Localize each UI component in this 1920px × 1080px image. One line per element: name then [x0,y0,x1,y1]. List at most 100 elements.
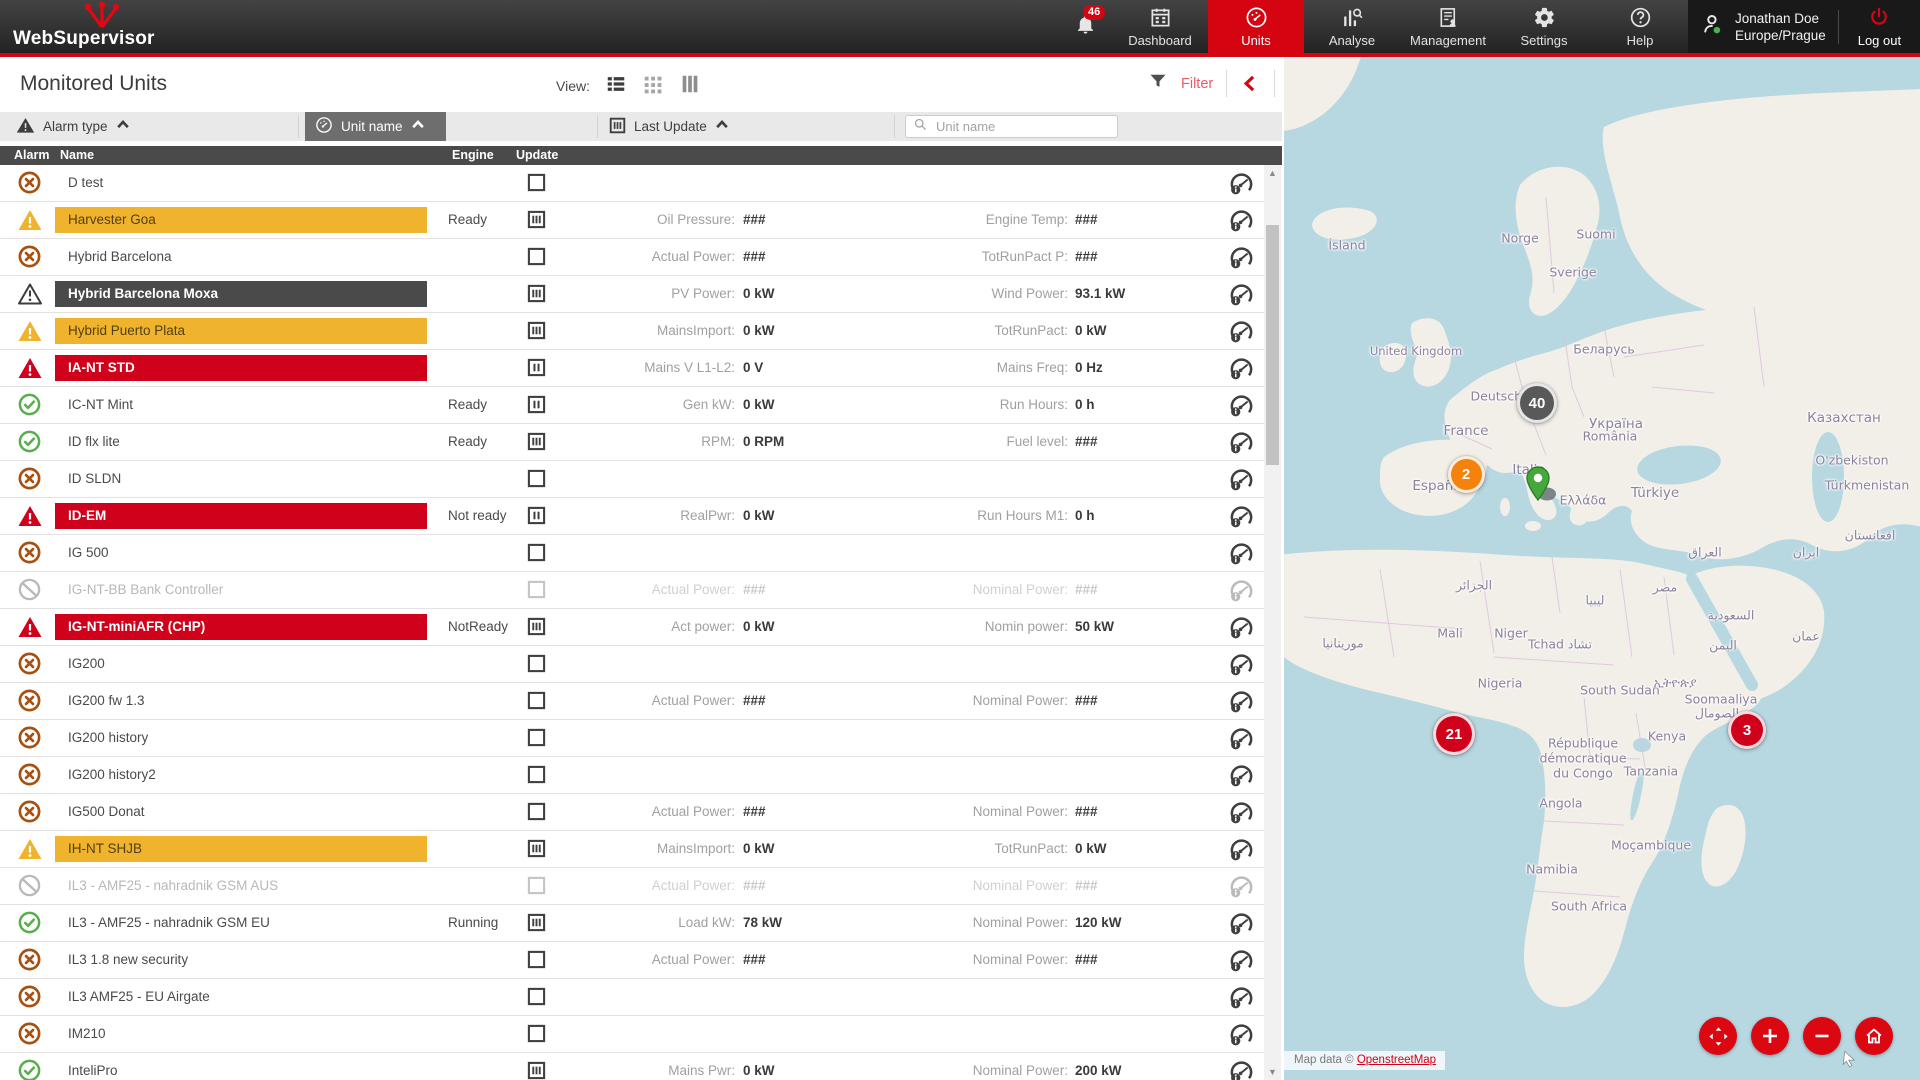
unit-detail-gauge-icon[interactable] [1228,873,1255,905]
sort-asc-icon [411,118,425,135]
table-row[interactable]: Harvester GoaReadyOil Pressure:###Engine… [0,202,1264,239]
table-row[interactable]: IA-NT STDMains V L1-L2:0 VMains Freq:0 H… [0,350,1264,387]
scroll-down-arrow[interactable]: ▼ [1264,1067,1281,1077]
table-row[interactable]: D test [0,165,1264,202]
unit-detail-gauge-icon[interactable] [1228,762,1255,794]
table-row[interactable]: Hybrid BarcelonaActual Power:###TotRunPa… [0,239,1264,276]
unit-detail-gauge-icon[interactable] [1228,836,1255,868]
home-button[interactable] [1855,1017,1893,1055]
table-row[interactable]: ID-EMNot readyRealPwr:0 kWRun Hours M1:0… [0,498,1264,535]
unit-name: ID flx lite [55,429,427,455]
unit-detail-gauge-icon[interactable] [1228,799,1255,831]
table-row[interactable]: IC-NT MintReadyGen kW:0 kWRun Hours:0 h [0,387,1264,424]
unit-detail-gauge-icon[interactable] [1228,540,1255,572]
unit-detail-gauge-icon[interactable] [1228,577,1255,609]
data-label: Oil Pressure: [657,202,735,238]
data-value: ### [743,202,766,238]
table-row[interactable]: IL3 - AMF25 - nahradnik GSM AUSActual Po… [0,868,1264,905]
table-row[interactable]: ID SLDN [0,461,1264,498]
table-row[interactable]: IM210 [0,1016,1264,1053]
zoom-in-button[interactable] [1751,1017,1789,1055]
table-row[interactable]: IG 500 [0,535,1264,572]
nav-item-management[interactable]: Management [1400,0,1496,53]
table-row[interactable]: IG200 history [0,720,1264,757]
sort-alarm-type[interactable]: Alarm type [16,112,130,141]
map-cluster-marker[interactable]: 40 [1517,383,1557,423]
table-row[interactable]: IL3 1.8 new securityActual Power:###Nomi… [0,942,1264,979]
app-logo[interactable]: WebSupervisor [0,0,260,53]
table-scrollbar[interactable]: ▲ ▼ [1264,165,1281,1080]
notifications-bell[interactable]: 46 [1058,0,1112,53]
table-row[interactable]: IG-NT-BB Bank ControllerActual Power:###… [0,572,1264,609]
update-checkbox-icon [527,1024,546,1048]
unit-detail-gauge-icon[interactable] [1228,614,1255,646]
nav-item-help[interactable]: Help [1592,0,1688,53]
unit-detail-gauge-icon[interactable] [1228,651,1255,683]
view-grid-button[interactable] [642,73,664,98]
data-label: Wind Power: [991,276,1068,312]
pan-button[interactable] [1699,1017,1737,1055]
nav-item-units[interactable]: Units [1208,0,1304,53]
table-row[interactable]: Hybrid Puerto PlataMainsImport:0 kWTotRu… [0,313,1264,350]
table-row[interactable]: IG-NT-miniAFR (CHP)NotReadyAct power:0 k… [0,609,1264,646]
engine-state: NotReady [448,609,508,645]
nav-item-analyse[interactable]: Analyse [1304,0,1400,53]
table-row[interactable]: IG200 history2 [0,757,1264,794]
view-columns-button[interactable] [679,73,701,98]
unit-detail-gauge-icon[interactable] [1228,984,1255,1016]
unit-detail-gauge-icon[interactable] [1228,1021,1255,1053]
table-row[interactable]: InteliProMains Pwr:0 kWNominal Power:200… [0,1053,1264,1080]
unit-detail-gauge-icon[interactable] [1228,281,1255,313]
update-checkbox-icon [527,765,546,789]
logout-button[interactable]: Log out [1839,6,1920,48]
openstreetmap-link[interactable]: OpenstreetMap [1357,1054,1436,1066]
scroll-up-arrow[interactable]: ▲ [1264,168,1281,178]
user-section[interactable]: Jonathan Doe Europe/Prague Log out [1688,0,1920,53]
nav-item-settings[interactable]: Settings [1496,0,1592,53]
unit-detail-gauge-icon[interactable] [1228,355,1255,387]
data-value: 120 kW [1075,905,1122,941]
scrollbar-thumb[interactable] [1266,225,1279,465]
sort-last-update[interactable]: Last Update [609,112,729,141]
unit-detail-gauge-icon[interactable] [1228,1058,1255,1080]
unit-detail-gauge-icon[interactable] [1228,725,1255,757]
unit-detail-gauge-icon[interactable] [1228,466,1255,498]
unit-detail-gauge-icon[interactable] [1228,910,1255,942]
data-label: Fuel level: [1006,424,1068,460]
unit-detail-gauge-icon[interactable] [1228,318,1255,350]
unit-detail-gauge-icon[interactable] [1228,207,1255,239]
map-cluster-marker[interactable]: 2 [1448,456,1485,493]
zoom-out-button[interactable] [1803,1017,1841,1055]
map-cluster-marker[interactable]: 21 [1433,713,1475,755]
page-previous-button[interactable] [1240,73,1261,94]
funnel-icon [1148,71,1168,96]
unit-detail-gauge-icon[interactable] [1228,392,1255,424]
unit-detail-gauge-icon[interactable] [1228,244,1255,276]
table-row[interactable]: IG200 fw 1.3Actual Power:###Nominal Powe… [0,683,1264,720]
search-input[interactable] [934,118,1110,135]
table-row[interactable]: IH-NT SHJBMainsImport:0 kWTotRunPact:0 k… [0,831,1264,868]
update-checkbox-icon [527,876,546,900]
map-cluster-marker[interactable]: 3 [1728,711,1766,749]
table-row[interactable]: ID flx liteReadyRPM:0 RPMFuel level:### [0,424,1264,461]
table-header: Alarm Name Engine Update [0,146,1282,165]
unit-detail-gauge-icon[interactable] [1228,688,1255,720]
sort-unit-name-active[interactable]: Unit name [305,112,446,141]
table-row[interactable]: IG500 DonatActual Power:###Nominal Power… [0,794,1264,831]
nav-item-label: Help [1627,33,1654,48]
units-map[interactable]: ÍslandUnited KingdomNorgeSuomiSverigeБел… [1282,57,1920,1080]
nav-item-dashboard[interactable]: Dashboard [1112,0,1208,53]
data-label: Act power: [671,609,735,645]
filter-button[interactable]: Filter [1181,76,1213,92]
table-row[interactable]: IG200 [0,646,1264,683]
unit-detail-gauge-icon[interactable] [1228,503,1255,535]
table-row[interactable]: IL3 - AMF25 - nahradnik GSM EURunningLoa… [0,905,1264,942]
table-row[interactable]: IL3 AMF25 - EU Airgate [0,979,1264,1016]
map-location-pin[interactable] [1523,466,1557,509]
view-list-button[interactable] [605,73,627,98]
alarm-critical-icon [17,614,43,640]
unit-detail-gauge-icon[interactable] [1228,170,1255,202]
table-row[interactable]: Hybrid Barcelona MoxaPV Power:0 kWWind P… [0,276,1264,313]
unit-detail-gauge-icon[interactable] [1228,429,1255,461]
unit-detail-gauge-icon[interactable] [1228,947,1255,979]
